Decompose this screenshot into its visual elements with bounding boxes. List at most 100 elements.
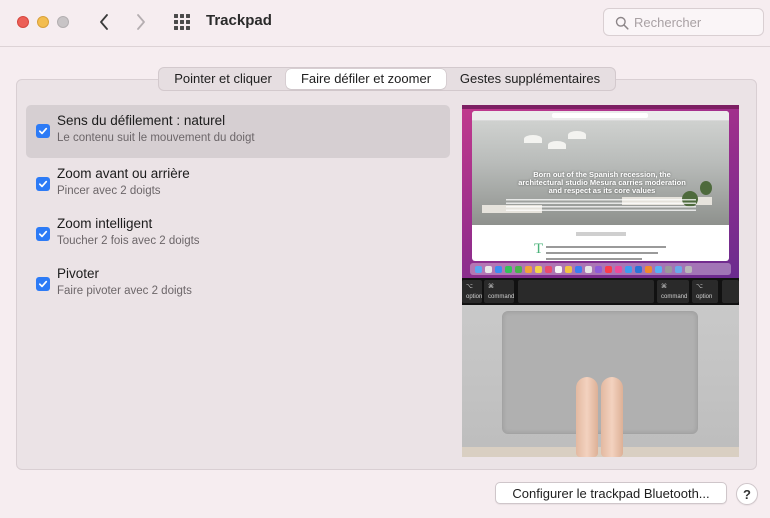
option-natural-scrolling[interactable]: Sens du défilement : naturel Le contenu … bbox=[26, 105, 450, 158]
show-all-button[interactable] bbox=[172, 13, 192, 31]
preview-text-line bbox=[546, 246, 666, 248]
key-symbol: ⌥ bbox=[696, 284, 703, 290]
title-bar: Trackpad bbox=[0, 0, 770, 47]
preview-browser-toolbar bbox=[472, 111, 729, 121]
zoom-in-out-checkbox[interactable] bbox=[36, 177, 50, 191]
key-label: command bbox=[661, 294, 688, 300]
dock-app bbox=[535, 265, 542, 273]
chevron-left-icon bbox=[100, 14, 108, 30]
key-symbol: ⌘ bbox=[661, 284, 667, 290]
rotate-checkbox[interactable] bbox=[36, 277, 50, 291]
dock-app bbox=[595, 265, 602, 273]
key-option-left: ⌥ option bbox=[462, 280, 482, 303]
dock-app bbox=[675, 265, 682, 273]
option-rotate[interactable]: Pivoter Faire pivoter avec 2 doigts bbox=[26, 258, 450, 308]
dock-app bbox=[525, 265, 532, 273]
dock-app bbox=[625, 265, 632, 273]
tab-more-gestures[interactable]: Gestes supplémentaires bbox=[446, 69, 614, 89]
key-command-right: ⌘ command bbox=[657, 280, 689, 303]
preview-hero-headline: Born out of the Spanish recession, the a… bbox=[518, 170, 686, 195]
preview-dock bbox=[470, 263, 731, 275]
preview-keyboard: ⌥ option ⌘ command ⌘ command ⌥ option bbox=[462, 278, 739, 305]
key-label: option bbox=[466, 294, 483, 300]
back-button[interactable] bbox=[93, 11, 115, 33]
dock-app bbox=[635, 265, 642, 273]
help-button[interactable]: ? bbox=[736, 483, 758, 505]
dock-app bbox=[585, 265, 592, 273]
checkmark-icon bbox=[38, 280, 48, 288]
dock-app bbox=[615, 265, 622, 273]
dock-app bbox=[605, 265, 612, 273]
lamp-shape bbox=[524, 135, 542, 143]
grid-icon bbox=[174, 14, 190, 30]
preview-hero-subtext bbox=[506, 199, 696, 211]
checkmark-icon bbox=[38, 180, 48, 188]
preview-menubar bbox=[462, 105, 739, 109]
lamp-shape bbox=[568, 131, 586, 139]
minimize-window-button[interactable] bbox=[37, 16, 49, 28]
tab-scroll-and-zoom[interactable]: Faire défiler et zoomer bbox=[286, 69, 446, 89]
option-title: Zoom intelligent bbox=[57, 216, 153, 231]
dock-app bbox=[665, 265, 672, 273]
zoom-window-button bbox=[57, 16, 69, 28]
option-smart-zoom[interactable]: Zoom intelligent Toucher 2 fois avec 2 d… bbox=[26, 208, 450, 258]
dock-app bbox=[575, 265, 582, 273]
chevron-right-icon bbox=[137, 14, 145, 30]
preview-article-meta bbox=[576, 232, 626, 236]
option-title: Zoom avant ou arrière bbox=[57, 166, 190, 181]
option-description: Faire pivoter avec 2 doigts bbox=[57, 285, 192, 297]
desktop-wallpaper: Born out of the Spanish recession, the a… bbox=[462, 105, 739, 278]
preview-hero-image: Born out of the Spanish recession, the a… bbox=[472, 121, 729, 225]
preview-browser-window: Born out of the Spanish recession, the a… bbox=[472, 111, 729, 261]
search-input[interactable] bbox=[634, 13, 758, 32]
preview-text-line bbox=[546, 258, 642, 260]
key-symbol: ⌘ bbox=[488, 284, 494, 290]
dock-app bbox=[475, 265, 482, 273]
checkmark-icon bbox=[38, 127, 48, 135]
dock-app bbox=[685, 265, 692, 273]
key-arrow bbox=[722, 280, 739, 303]
configure-bluetooth-trackpad-button[interactable]: Configurer le trackpad Bluetooth... bbox=[495, 482, 727, 504]
dock-app bbox=[485, 265, 492, 273]
tab-bar: Pointer et cliquer Faire défiler et zoom… bbox=[158, 67, 616, 91]
preview-trackpad bbox=[502, 311, 698, 434]
lamp-shape bbox=[548, 141, 566, 149]
preview-dropcap: T bbox=[534, 241, 544, 257]
search-field[interactable] bbox=[603, 8, 764, 36]
option-zoom-in-out[interactable]: Zoom avant ou arrière Pincer avec 2 doig… bbox=[26, 158, 450, 208]
dock-app bbox=[515, 265, 522, 273]
gesture-preview-video: Born out of the Spanish recession, the a… bbox=[462, 105, 739, 457]
checkmark-icon bbox=[38, 230, 48, 238]
natural-scrolling-checkbox[interactable] bbox=[36, 124, 50, 138]
option-title: Pivoter bbox=[57, 266, 100, 281]
key-label: command bbox=[488, 294, 515, 300]
dock-app bbox=[545, 265, 552, 273]
option-title: Sens du défilement : naturel bbox=[57, 113, 226, 128]
key-command-left: ⌘ command bbox=[484, 280, 514, 303]
gesture-options-list: Sens du défilement : naturel Le contenu … bbox=[26, 105, 450, 308]
key-option-right: ⌥ option bbox=[692, 280, 718, 303]
dock-app bbox=[565, 265, 572, 273]
dock-app bbox=[555, 265, 562, 273]
tab-point-and-click[interactable]: Pointer et cliquer bbox=[160, 69, 286, 89]
dock-app bbox=[655, 265, 662, 273]
option-description: Le contenu suit le mouvement du doigt bbox=[57, 132, 255, 144]
preview-finger bbox=[576, 377, 598, 457]
smart-zoom-checkbox[interactable] bbox=[36, 227, 50, 241]
key-label: option bbox=[696, 294, 713, 300]
key-symbol: ⌥ bbox=[466, 284, 473, 290]
dock-app bbox=[505, 265, 512, 273]
preview-laptop-deck bbox=[462, 305, 739, 457]
preview-url-bar bbox=[552, 113, 648, 118]
forward-button[interactable] bbox=[130, 11, 152, 33]
option-description: Toucher 2 fois avec 2 doigts bbox=[57, 235, 200, 247]
plant-shape bbox=[700, 181, 712, 195]
preview-finger bbox=[601, 377, 623, 457]
search-icon bbox=[615, 16, 629, 30]
preview-article: T bbox=[472, 225, 729, 261]
close-window-button[interactable] bbox=[17, 16, 29, 28]
key-space bbox=[518, 280, 654, 303]
dock-app bbox=[645, 265, 652, 273]
window-title: Trackpad bbox=[206, 12, 272, 29]
preview-text-line bbox=[546, 252, 658, 254]
